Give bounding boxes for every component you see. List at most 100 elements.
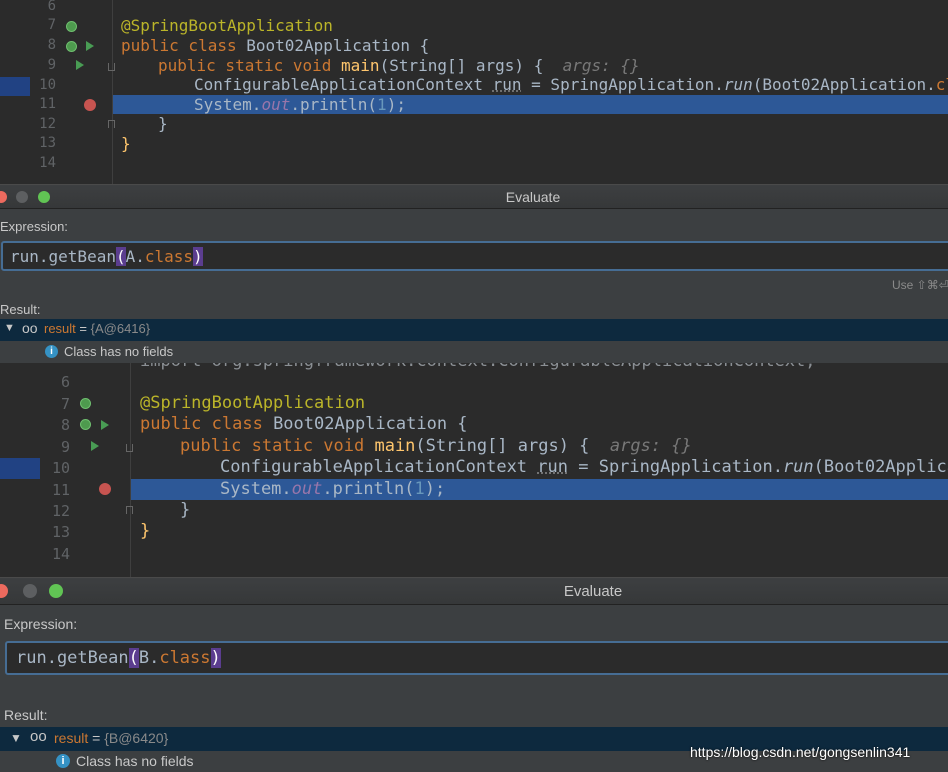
line-number: 11 xyxy=(39,96,56,112)
top-gutter-divider xyxy=(112,0,113,184)
fold-icon[interactable] xyxy=(126,506,133,514)
run-icon[interactable] xyxy=(91,441,99,451)
expression-label: Expression: xyxy=(4,616,78,632)
paren-match: ) xyxy=(193,247,203,266)
code-context-line: ConfigurableApplicationContext run = Spr… xyxy=(220,457,948,477)
static-field: out xyxy=(261,95,291,114)
result-name: result xyxy=(44,321,76,336)
run-icon[interactable] xyxy=(86,41,94,51)
code-text: .println( xyxy=(322,479,415,499)
top-evaluate-titlebar[interactable]: Evaluate xyxy=(0,184,948,209)
keyword: class xyxy=(935,75,948,94)
type-name: ConfigurableApplicationContext xyxy=(220,457,538,477)
no-fields-text: Class has no fields xyxy=(64,344,174,359)
code-text: System. xyxy=(194,95,262,114)
result-tree-row[interactable]: ▼ oo result = {A@6416} xyxy=(0,319,948,341)
line-number: 11 xyxy=(51,481,70,499)
minimize-window-button[interactable] xyxy=(23,584,37,598)
inline-debug-hint: args: {} xyxy=(599,436,692,456)
result-eq: = xyxy=(88,730,105,746)
class-name: Boot02Application { xyxy=(246,36,430,55)
partial-import-line: import org.springframework.context.Confi… xyxy=(140,363,816,371)
line-number: 7 xyxy=(60,395,70,413)
static-method-name: run xyxy=(723,75,753,94)
line-number: 13 xyxy=(39,135,56,151)
maximize-window-button[interactable] xyxy=(38,191,50,203)
code-println-line: System.out.println(1); xyxy=(194,95,406,114)
top-code-editor[interactable]: 6 7 8 9 10 11 12 13 14 @SpringBootApplic… xyxy=(0,0,948,184)
code-text: .println( xyxy=(290,95,378,114)
spring-bean-icon[interactable] xyxy=(66,21,77,32)
line-number: 9 xyxy=(47,57,56,73)
fold-icon[interactable] xyxy=(108,63,115,71)
expand-triangle-icon[interactable]: ▼ xyxy=(4,322,15,334)
result-value: {A@6416} xyxy=(90,321,151,336)
keyword: public static void xyxy=(158,56,342,75)
bottom-code-editor[interactable]: import org.springframework.context.Confi… xyxy=(0,363,948,577)
expression-input[interactable]: run.getBean(B.class) xyxy=(5,641,948,675)
line-number: 10 xyxy=(39,77,56,93)
method-params: (String[] args) { xyxy=(415,436,600,456)
expression-label: Expression: xyxy=(0,219,68,234)
method-name: main xyxy=(341,56,380,75)
code-text: ); xyxy=(386,95,406,114)
run-icon[interactable] xyxy=(76,60,84,70)
keyword: public static void xyxy=(180,436,375,456)
line-number: 14 xyxy=(51,545,70,563)
line-number: 8 xyxy=(60,416,70,434)
code-annotation: @SpringBootApplication xyxy=(121,16,333,35)
close-window-button[interactable] xyxy=(0,191,7,203)
code-annotation: @SpringBootApplication xyxy=(140,393,366,413)
keyword: public class xyxy=(121,36,247,55)
fold-icon[interactable] xyxy=(108,120,115,128)
keyword: class xyxy=(159,648,211,668)
dialog-title: Evaluate xyxy=(563,583,623,600)
code-println-line: System.out.println(1); xyxy=(220,479,445,499)
spring-bean-icon[interactable] xyxy=(80,398,91,409)
method-params: (String[] args) { xyxy=(379,56,553,75)
expand-triangle-icon[interactable]: ▼ xyxy=(10,731,22,745)
shortcut-hint: Use ⇧⌘⏎ xyxy=(892,278,948,292)
code-main-method: public static void main(String[] args) {… xyxy=(158,56,640,75)
paren-match: ( xyxy=(128,648,139,668)
minimize-window-button[interactable] xyxy=(16,191,28,203)
code-text: (Boot02Application. xyxy=(752,75,936,94)
code-text: System. xyxy=(220,479,292,499)
bottom-evaluate-panel: Expression: run.getBean(B.class) Result: xyxy=(0,605,948,727)
watch-glasses-icon: oo xyxy=(30,728,47,745)
maximize-window-button[interactable] xyxy=(49,584,63,598)
expression-input[interactable]: run.getBean(A.class) xyxy=(1,241,948,271)
bottom-current-line-gutter xyxy=(0,458,40,479)
code-class-declaration: public class Boot02Application { xyxy=(121,36,429,55)
result-eq: = xyxy=(75,321,91,336)
bottom-evaluate-titlebar[interactable]: Evaluate xyxy=(0,577,948,605)
code-brace: } xyxy=(140,521,151,541)
code-class-declaration: public class Boot02Application { xyxy=(140,414,468,434)
method-name: main xyxy=(374,436,416,456)
fold-icon[interactable] xyxy=(126,444,133,452)
result-entry: result = {A@6416} xyxy=(44,321,150,336)
line-number: 9 xyxy=(60,438,70,456)
type-name: ConfigurableApplicationContext xyxy=(194,75,493,94)
code-brace: } xyxy=(121,134,131,153)
line-number: 10 xyxy=(51,459,70,477)
breakpoint-icon[interactable] xyxy=(84,99,96,111)
watermark-url: https://blog.csdn.net/gongsenlin341 xyxy=(690,744,911,760)
spring-bean-icon[interactable] xyxy=(66,41,77,52)
expression-text: B. xyxy=(138,648,160,668)
expression-text: run.getBean xyxy=(10,247,116,266)
dialog-title: Evaluate xyxy=(505,189,561,205)
keyword: public class xyxy=(140,414,274,434)
code-text: = SpringApplication. xyxy=(521,75,724,94)
run-icon[interactable] xyxy=(101,420,109,430)
breakpoint-icon[interactable] xyxy=(99,483,111,495)
inline-debug-hint: args: {} xyxy=(552,56,640,75)
close-window-button[interactable] xyxy=(0,584,8,598)
code-text: ); xyxy=(424,479,446,499)
result-entry: result = {B@6420} xyxy=(54,730,168,746)
class-name: Boot02Application { xyxy=(273,414,468,434)
info-icon: i xyxy=(45,345,58,358)
spring-bean-icon[interactable] xyxy=(80,419,91,430)
static-method-name: run xyxy=(782,457,814,477)
top-evaluate-panel: Expression: run.getBean(A.class) Use ⇧⌘⏎… xyxy=(0,209,948,319)
